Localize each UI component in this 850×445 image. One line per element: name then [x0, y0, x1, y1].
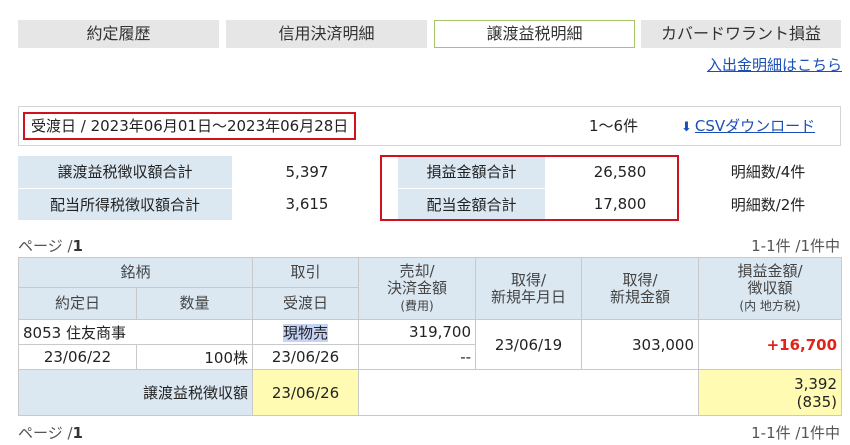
tab-shinyo-kessai[interactable]: 信用決済明細: [226, 20, 427, 48]
ukewatashi-date: 23/06/26: [252, 344, 360, 370]
table-row: 8053 住友商事 現物売 319,700 23/06/19 303,000 +…: [17, 319, 843, 370]
csv-download-link[interactable]: ⬇ CSVダウンロード: [681, 117, 815, 135]
acquisition-amount: 303,000: [581, 319, 700, 370]
dividend-total-label: 配当金額合計: [398, 188, 545, 221]
dividend-tax-total-label: 配当所得税徴収額合計: [18, 188, 232, 221]
header-shutoku-amount: 取得/新規金額: [581, 257, 700, 320]
result-count: 1〜6件: [589, 117, 639, 135]
page-indicator-bottom: ページ /1: [18, 424, 83, 442]
csv-download-label: CSVダウンロード: [694, 117, 816, 135]
tax-amount: 3,392 (835): [698, 369, 843, 416]
tab-covered-warrant[interactable]: カバードワラント損益: [641, 20, 841, 48]
header-soneki: 損益金額/徴収額 (内 地方税): [698, 257, 843, 320]
table-row: 譲渡益税徴収額 23/06/26 3,392 (835): [17, 369, 843, 416]
detail-table: 銘柄 取引 売却/決済金額 (費用) 取得/新規年月日 取得/新規金額 損益金額/…: [17, 257, 843, 416]
page-range-bottom: 1-1件 /1件中: [751, 424, 840, 442]
summary-row: 配当所得税徴収額合計 3,615 配当金額合計 17,800 明細数/2件: [18, 188, 841, 221]
header-shutoku-date: 取得/新規年月日: [475, 257, 583, 320]
header-baikyaku: 売却/決済金額 (費用): [358, 257, 477, 320]
quantity: 100株: [135, 344, 254, 370]
dividend-tax-total-value: 3,615: [232, 188, 382, 221]
trade-type: 現物売: [283, 323, 329, 342]
page-indicator: ページ /1: [18, 237, 83, 255]
security-name: 8053 住友商事: [17, 319, 254, 345]
dividend-count: 明細数/2件: [695, 188, 841, 221]
header-quantity: 数量: [135, 287, 254, 320]
cost-amount: --: [358, 344, 477, 370]
tab-joto-ekizei[interactable]: 譲渡益税明細: [434, 20, 635, 48]
tax-date: 23/06/26: [252, 369, 360, 416]
page-range: 1-1件 /1件中: [751, 237, 840, 255]
joto-tax-total-label: 譲渡益税徴収額合計: [18, 156, 232, 189]
pnl-total-value: 26,580: [545, 156, 695, 189]
detail-count: 明細数/4件: [695, 156, 841, 189]
download-icon: ⬇: [681, 120, 692, 135]
header-yakujo-date: 約定日: [18, 287, 137, 320]
summary-table: 譲渡益税徴収額合計 5,397 損益金額合計 26,580 明細数/4件 配当所…: [18, 156, 841, 221]
tax-label: 譲渡益税徴収額: [17, 369, 254, 416]
header-torihiki: 取引: [252, 257, 360, 288]
pnl-amount: +16,700: [698, 319, 843, 370]
dividend-total-value: 17,800: [545, 188, 695, 221]
sale-amount: 319,700: [358, 319, 477, 345]
acquisition-date: 23/06/19: [475, 319, 583, 370]
joto-tax-total-value: 5,397: [232, 156, 382, 189]
header-meigara: 銘柄: [17, 257, 254, 288]
date-range-label: 受渡日 / 2023年06月01日〜2023年06月28日: [23, 112, 357, 140]
summary-row: 譲渡益税徴収額合計 5,397 損益金額合計 26,580 明細数/4件: [18, 156, 841, 189]
tab-yakujo-rireki[interactable]: 約定履歴: [18, 20, 219, 48]
yakujo-date: 23/06/22: [18, 344, 137, 370]
date-range-panel: 受渡日 / 2023年06月01日〜2023年06月28日 1〜6件 ⬇ CSVダ…: [18, 106, 841, 146]
deposit-withdrawal-link[interactable]: 入出金明細はこちら: [707, 54, 842, 75]
header-ukewatashi-date: 受渡日: [252, 287, 360, 320]
pnl-total-label: 損益金額合計: [398, 156, 545, 189]
